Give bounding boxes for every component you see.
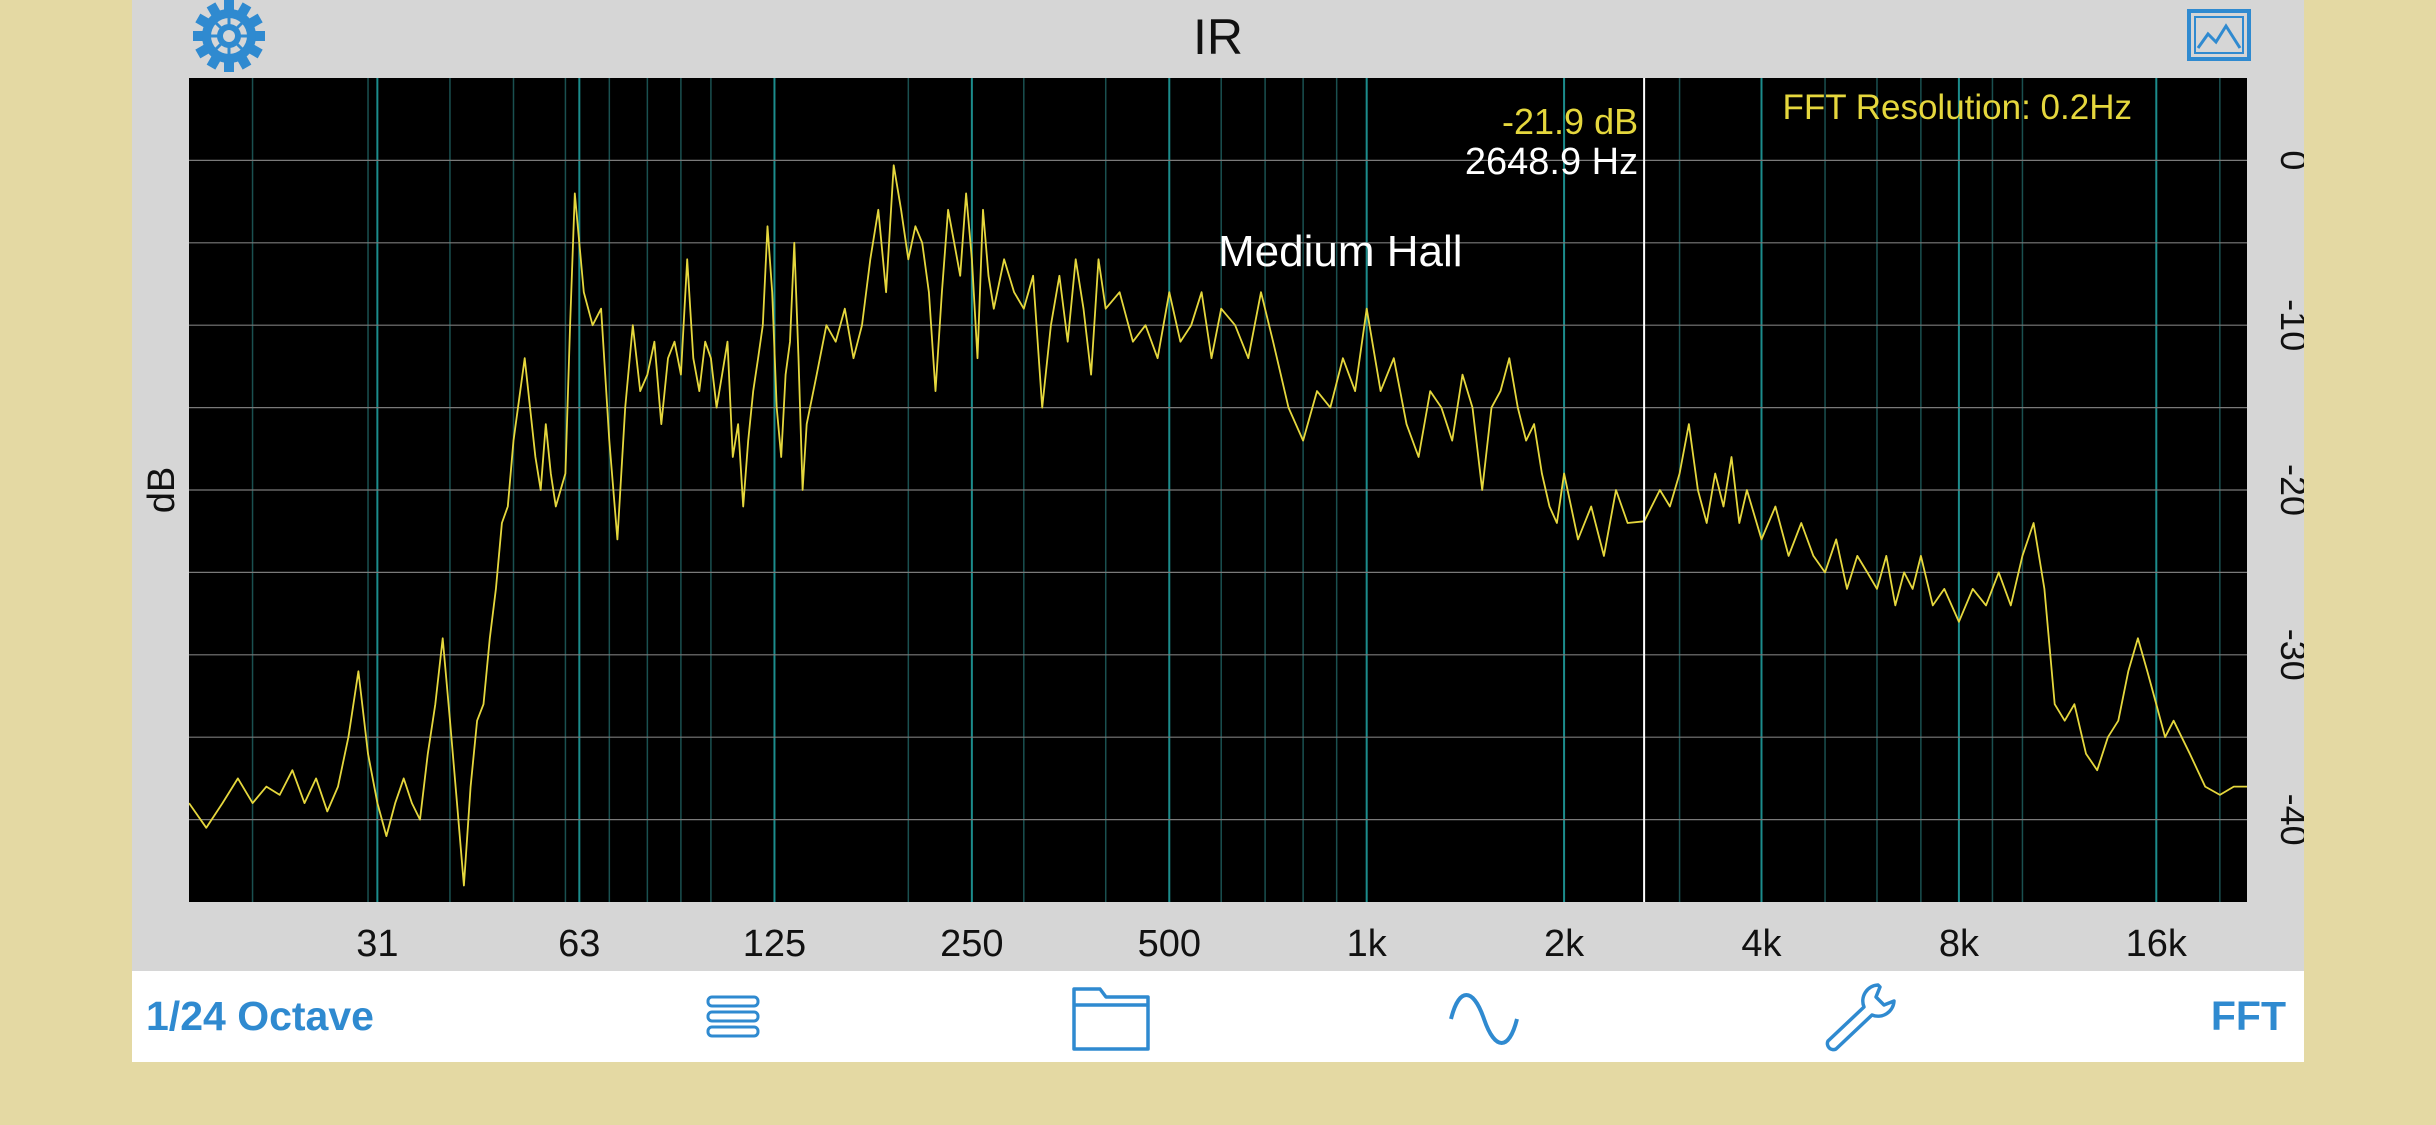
x-tick-label: 500 (1138, 923, 1201, 965)
list-button[interactable] (704, 991, 762, 1043)
x-tick-label: 16k (2126, 923, 2188, 965)
export-image-button[interactable] (2186, 8, 2254, 64)
x-tick-label: 4k (1741, 923, 1782, 965)
x-tick-label: 250 (940, 923, 1003, 965)
list-icon (706, 995, 760, 1038)
x-tick-label: 125 (743, 923, 806, 965)
signal-generator-button[interactable] (1447, 989, 1521, 1049)
title-bar: IR (132, 0, 2304, 78)
cursor-db-readout: -21.9 dB (1502, 101, 1638, 142)
window-title: IR (1193, 9, 1243, 65)
app-window: IR -21.9 dB 2648.9 Hz FFT Resolution: 0.2H… (132, 0, 2304, 1062)
open-file-button[interactable] (1070, 983, 1152, 1053)
x-tick-label: 1k (1347, 923, 1388, 965)
y-tick-label: -10 (2273, 299, 2304, 351)
x-tick-label: 31 (356, 923, 398, 965)
x-tick-label: 63 (558, 923, 600, 965)
y-tick-label: -40 (2273, 794, 2304, 846)
folder-icon (1072, 987, 1150, 1051)
x-tick-label: 8k (1939, 923, 1980, 965)
wrench-icon (1825, 983, 1896, 1052)
y-tick-label: -20 (2273, 464, 2304, 516)
bottom-toolbar: 1/24 Octave FFT (132, 971, 2304, 1062)
x-tick-label: 2k (1544, 923, 1585, 965)
y-axis-label: dB (141, 467, 183, 513)
sine-wave-icon (1449, 993, 1519, 1045)
spectrum-chart[interactable]: -21.9 dB2648.9 Hz FFT Resolution: 0.2Hz Me… (132, 78, 2304, 971)
fft-resolution-label: FFT Resolution: 0.2Hz (1783, 88, 2133, 127)
spectrum-plot[interactable]: -21.9 dB 2648.9 Hz FFT Resolution: 0.2Hz Me… (132, 78, 2304, 971)
image-icon (2187, 9, 2251, 61)
cursor-hz-readout: 2648.9 Hz (1465, 141, 1638, 183)
octave-resolution-button[interactable]: 1/24 Octave (146, 993, 374, 1040)
y-tick-label: 0 (2273, 150, 2304, 170)
fft-mode-button[interactable]: FFT (2211, 993, 2286, 1040)
trace-name-label: Medium Hall (1218, 227, 1463, 276)
y-tick-label: -30 (2273, 629, 2304, 681)
tools-button[interactable] (1820, 979, 1902, 1055)
